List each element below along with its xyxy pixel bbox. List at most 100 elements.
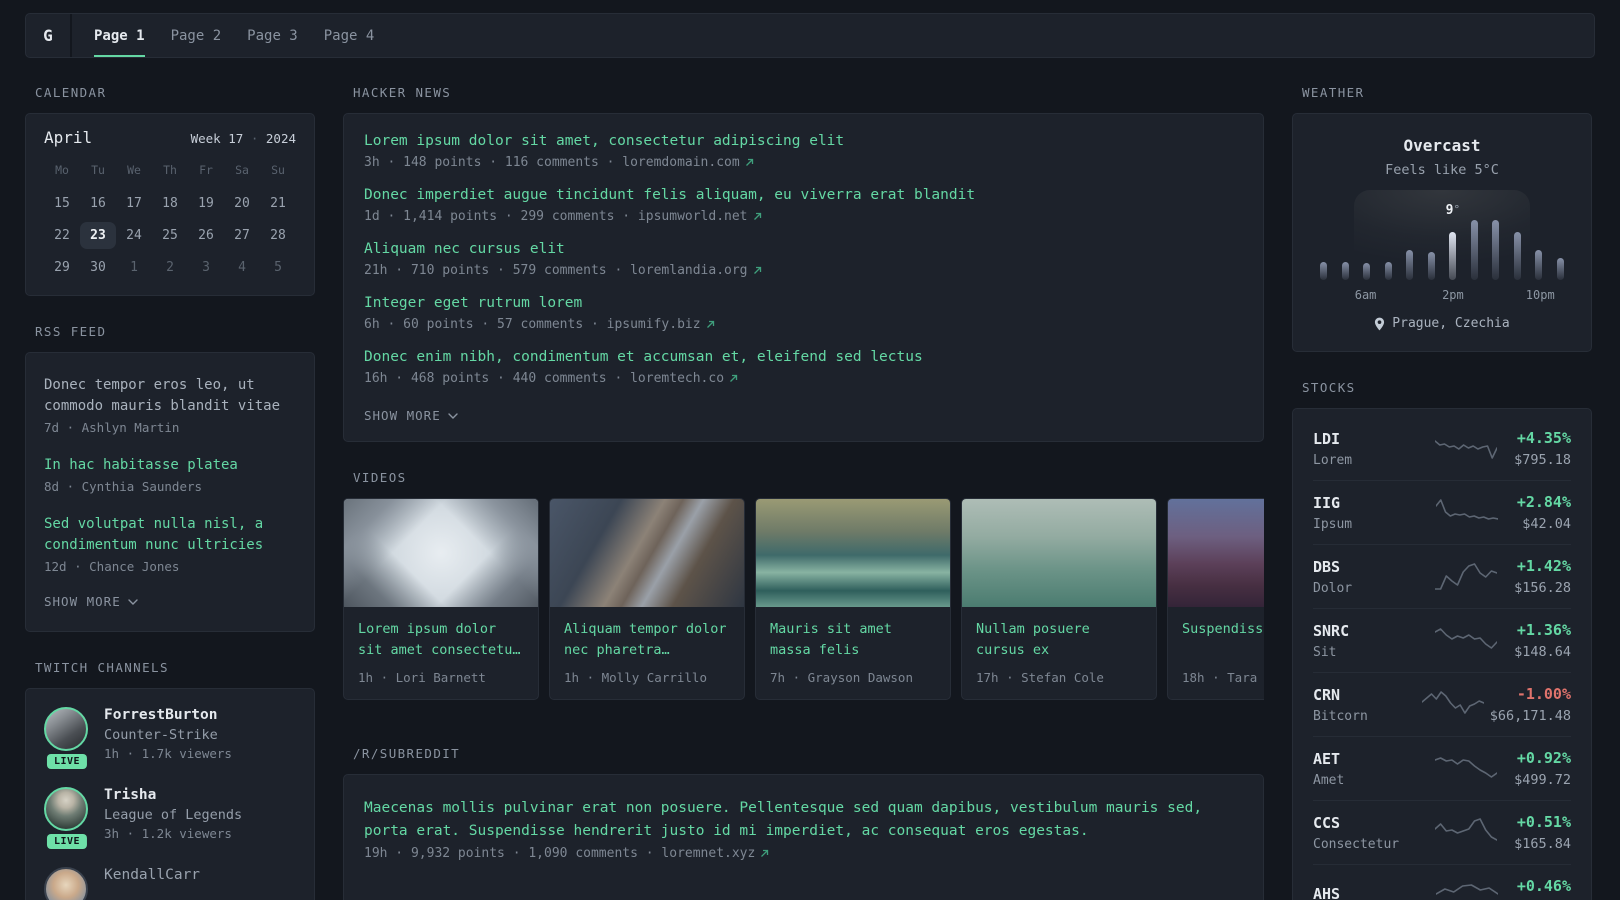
rss-item-title[interactable]: Sed volutpat nulla nisl, a condimentum n… [44, 514, 296, 556]
stock-id: AHS [1313, 885, 1417, 900]
tab-page-1[interactable]: Page 1 [94, 14, 145, 57]
twitch-channel[interactable]: KendallCarr [44, 867, 296, 900]
rss-item-meta: 7d · Ashlyn Martin [44, 420, 180, 435]
post-title[interactable]: Maecenas mollis pulvinar erat non posuer… [364, 797, 1243, 842]
stock-row[interactable]: LDI Lorem +4.35% $795.18 [1313, 417, 1571, 480]
rss-item: In hac habitasse platea 8d · Cynthia Saun… [44, 455, 296, 494]
middle-column: HACKER NEWS Lorem ipsum dolor sit amet, … [343, 85, 1264, 900]
rss-show-more[interactable]: SHOW MORE [44, 594, 296, 609]
hn-item-title[interactable]: Donec imperdiet augue tincidunt felis al… [364, 186, 1243, 205]
channel-name[interactable]: KendallCarr [104, 867, 200, 883]
day-cell: 2 [166, 260, 174, 275]
weather-title: WEATHER [1302, 85, 1365, 100]
hn-item-title[interactable]: Lorem ipsum dolor sit amet, consectetur … [364, 132, 1243, 151]
day-cell: 27 [234, 228, 250, 243]
external-link-icon [753, 212, 761, 220]
post-meta-text: 3h · 148 points · 116 comments · loremdo… [364, 155, 740, 170]
left-column: CALENDAR April Week 17 · 2024 Mo Tu We Th Fr… [25, 85, 315, 900]
video-card[interactable]: Suspendisse diam 18h · Tara [1167, 498, 1264, 700]
degree-symbol: ° [1453, 203, 1461, 216]
stock-name: Consectetur [1313, 836, 1400, 852]
sparkline-chart [1434, 627, 1497, 649]
twitch-widget: TWITCH CHANNELS LIVE ForrestBurton Counter… [25, 660, 315, 900]
video-card[interactable]: Mauris sit amet massa felis 7h · Grayson … [755, 498, 951, 700]
video-thumbnail [962, 499, 1156, 607]
rss-item-title[interactable]: Donec tempor eros leo, ut commodo mauris… [44, 375, 296, 417]
hn-item: Aliquam nec cursus elit 21h · 710 points … [364, 240, 1243, 278]
stock-row[interactable]: CCS Consectetur +0.51% $165.84 [1313, 800, 1571, 864]
day-cell: 29 [54, 260, 70, 275]
channel-name[interactable]: ForrestBurton [104, 707, 232, 723]
hn-item-title[interactable]: Donec enim nibh, condimentum et accumsan… [364, 348, 1243, 367]
app-logo[interactable]: G [26, 14, 72, 57]
stock-row[interactable]: SNRC Sit +1.36% $148.64 [1313, 608, 1571, 672]
stock-values: +1.42% $156.28 [1514, 557, 1571, 596]
video-meta: 7h · Grayson Dawson [770, 670, 913, 685]
stock-name: Ipsum [1313, 516, 1353, 532]
post-meta: 1d · 1,414 points · 299 comments · ipsum… [364, 209, 1243, 224]
video-title[interactable]: Suspendisse diam [1182, 619, 1264, 661]
weather-location-row: Prague, Czechia [1311, 316, 1573, 331]
video-title[interactable]: Lorem ipsum dolor sit amet consectetu… [358, 619, 524, 661]
channel-category: Counter-Strike [104, 727, 218, 743]
stock-id: LDI Lorem [1313, 430, 1417, 468]
stock-symbol: SNRC [1313, 621, 1350, 640]
video-card[interactable]: Aliquam tempor dolor nec pharetra… 1h · M… [549, 498, 745, 700]
sparkline-chart [1434, 439, 1497, 459]
videos-carousel[interactable]: Lorem ipsum dolor sit amet consectetu… 1h… [343, 498, 1264, 700]
rss-item-title[interactable]: In hac habitasse platea [44, 455, 296, 476]
year-label: 2024 [265, 131, 296, 146]
right-column: WEATHER Overcast Feels like 5°C 6am 2pm 10… [1292, 85, 1592, 900]
stock-row[interactable]: AHS +0.46% [1313, 864, 1571, 900]
video-title[interactable]: Mauris sit amet massa felis [770, 619, 936, 661]
post-meta-text: 6h · 60 points · 57 comments · ipsumify.… [364, 317, 701, 332]
day-cell: 17 [126, 196, 142, 211]
subreddit-widget: /R/SUBREDDIT Maecenas mollis pulvinar er… [343, 746, 1264, 900]
twitch-avatar-wrap: LIVE [44, 787, 90, 849]
twitch-card: LIVE ForrestBurton Counter-Strike 1h · 1.7k… [25, 688, 315, 900]
month-label: April [44, 128, 93, 147]
channel-info: KendallCarr [104, 867, 200, 900]
hn-item-title[interactable]: Aliquam nec cursus elit [364, 240, 1243, 259]
stock-symbol: DBS [1313, 557, 1341, 576]
tab-page-4[interactable]: Page 4 [324, 14, 375, 57]
stock-row[interactable]: AET Amet +0.92% $499.72 [1313, 736, 1571, 800]
video-title[interactable]: Nullam posuere cursus ex [976, 619, 1142, 661]
subreddit-card: Maecenas mollis pulvinar erat non posuer… [343, 774, 1264, 900]
stock-price: $42.04 [1522, 516, 1571, 532]
show-more-label: SHOW MORE [44, 594, 121, 609]
video-title[interactable]: Aliquam tempor dolor nec pharetra… [564, 619, 730, 661]
tab-page-3[interactable]: Page 3 [247, 14, 298, 57]
stock-row[interactable]: IIG Ipsum +2.84% $42.04 [1313, 480, 1571, 544]
external-link-icon [730, 374, 738, 382]
hn-item-title[interactable]: Integer eget rutrum lorem [364, 294, 1243, 313]
videos-title: VIDEOS [353, 470, 407, 485]
stock-row[interactable]: DBS Dolor +1.42% $156.28 [1313, 544, 1571, 608]
video-meta: 1h · Lori Barnett [358, 670, 486, 685]
post-meta-text: 16h · 468 points · 440 comments · loremt… [364, 371, 725, 386]
post-meta: 16h · 468 points · 440 comments · loremt… [364, 371, 1243, 386]
day-cell: 20 [234, 196, 250, 211]
stock-change: +1.42% [1516, 557, 1571, 575]
twitch-channel[interactable]: LIVE Trisha League of Legends 3h · 1.2k vie… [44, 787, 296, 849]
sparkline-chart [1435, 498, 1498, 520]
day-cell: 19 [198, 196, 214, 211]
subreddit-post: Maecenas mollis pulvinar erat non posuer… [364, 797, 1243, 861]
video-card[interactable]: Lorem ipsum dolor sit amet consectetu… 1h… [343, 498, 539, 700]
stock-values: +0.92% $499.72 [1514, 749, 1571, 788]
rss-title: RSS FEED [35, 324, 107, 339]
sparkline-chart [1435, 883, 1498, 895]
video-thumbnail [756, 499, 950, 607]
hn-show-more[interactable]: SHOW MORE [364, 408, 1243, 423]
videos-widget: VIDEOS Lorem ipsum dolor sit amet consec… [343, 470, 1264, 700]
post-meta-text: 19h · 9,932 points · 1,090 comments · lo… [364, 846, 756, 861]
stock-row[interactable]: CRN Bitcorn -1.00% $66,171.48 [1313, 672, 1571, 736]
tab-page-2[interactable]: Page 2 [171, 14, 222, 57]
twitch-channel[interactable]: LIVE ForrestBurton Counter-Strike 1h · 1.7k… [44, 707, 296, 769]
weather-bar [1513, 232, 1521, 280]
stock-price: $165.84 [1514, 836, 1571, 852]
stock-name: Sit [1313, 644, 1337, 660]
main-content: CALENDAR April Week 17 · 2024 Mo Tu We Th Fr… [25, 85, 1595, 900]
video-card[interactable]: Nullam posuere cursus ex 17h · Stefan Col… [961, 498, 1157, 700]
channel-name[interactable]: Trisha [104, 787, 242, 803]
